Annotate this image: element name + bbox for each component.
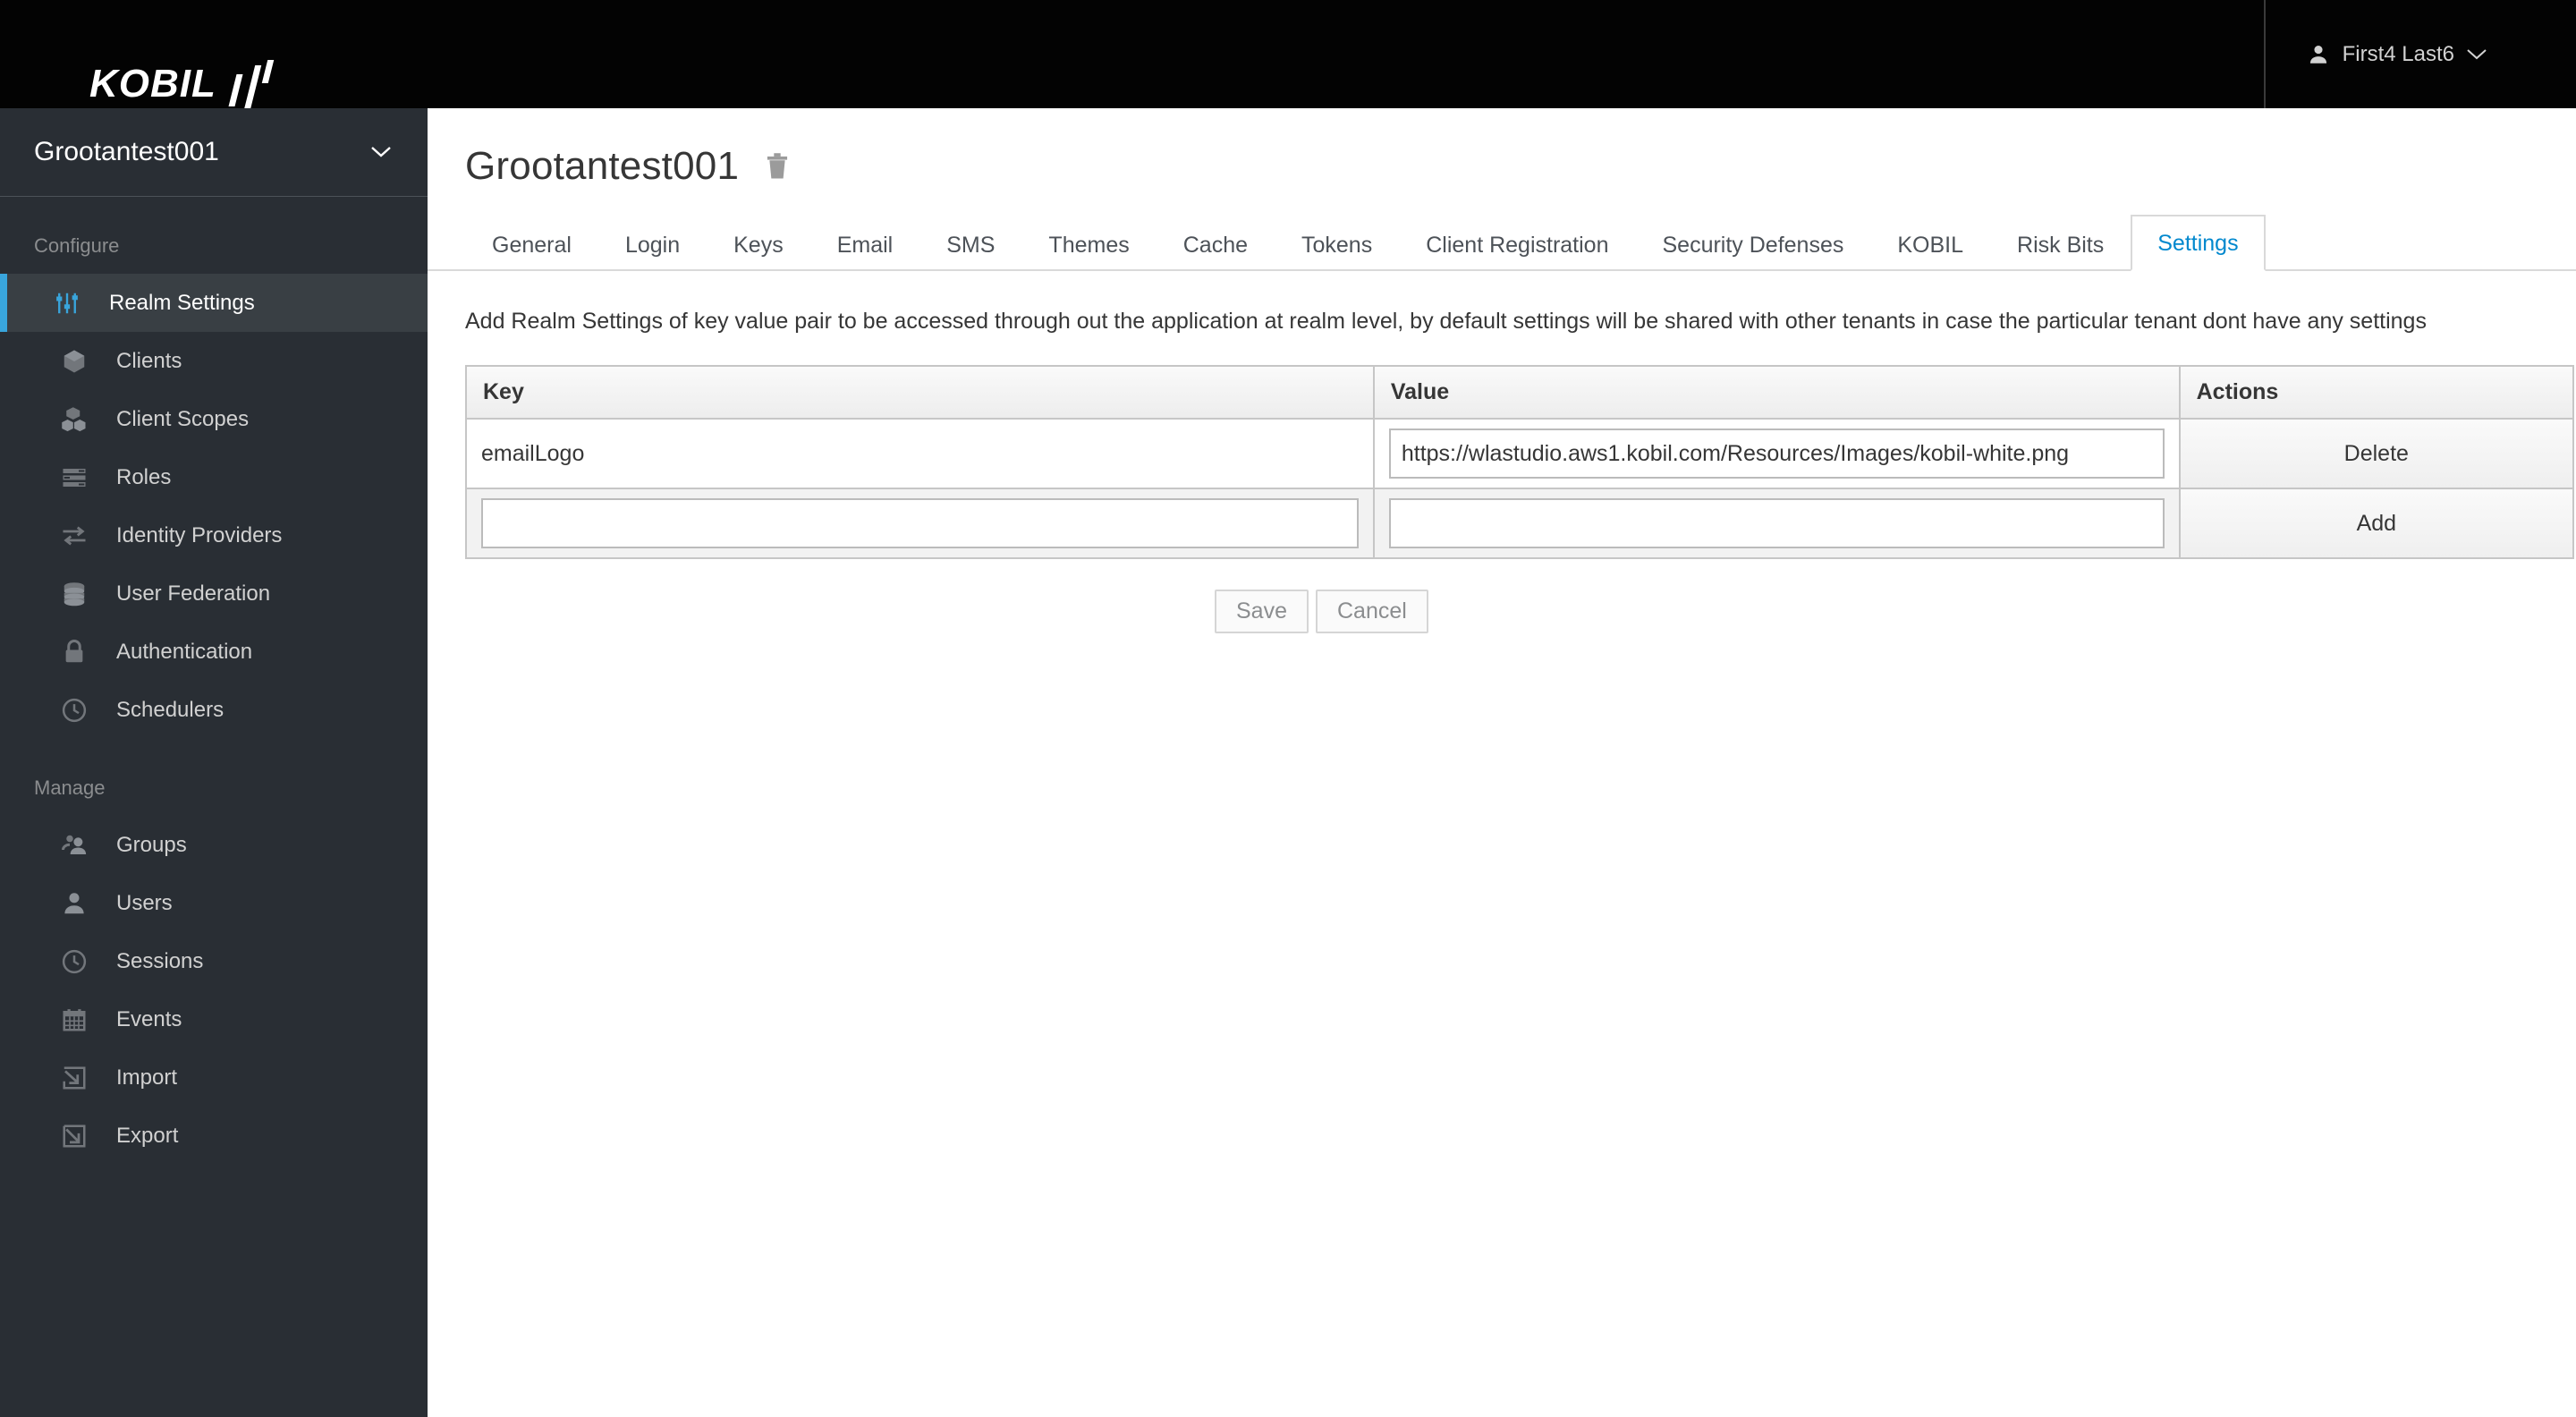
- tab-sms[interactable]: SMS: [919, 233, 1021, 271]
- sidebar-item-label: Events: [116, 1006, 182, 1031]
- tab-login[interactable]: Login: [598, 233, 707, 271]
- sidebar-item-sessions[interactable]: Sessions: [0, 932, 428, 990]
- tab-email[interactable]: Email: [810, 233, 920, 271]
- page-header: Grootantest001: [428, 108, 2576, 189]
- exchange-arrows-icon: [61, 522, 100, 549]
- tab-settings[interactable]: Settings: [2131, 215, 2266, 271]
- realm-settings-table: Key Value Actions emailLogo Delete: [465, 365, 2575, 559]
- cube-icon: [61, 348, 100, 375]
- column-header-key: Key: [465, 365, 1375, 420]
- cell-value: [1372, 418, 2181, 489]
- sidebar-section-manage-label: Manage: [34, 776, 106, 799]
- sidebar-item-authentication[interactable]: Authentication: [0, 623, 428, 681]
- lock-icon: [61, 639, 100, 666]
- sidebar-item-label: Authentication: [116, 639, 253, 664]
- user-menu[interactable]: First4 Last6: [2266, 0, 2522, 108]
- tab-general[interactable]: General: [465, 233, 598, 271]
- sidebar-item-label: Clients: [116, 348, 182, 373]
- new-value-input[interactable]: [1388, 498, 2165, 548]
- database-icon: [61, 581, 100, 607]
- user-icon: [2307, 43, 2330, 66]
- sidebar-item-clients[interactable]: Clients: [0, 332, 428, 390]
- tab-tokens[interactable]: Tokens: [1275, 233, 1399, 271]
- sidebar-item-roles[interactable]: Roles: [0, 448, 428, 506]
- cell-value: [1372, 488, 2181, 559]
- cell-actions: Delete: [2178, 418, 2575, 489]
- kobil-bars-logo-icon: [228, 60, 279, 117]
- cell-key: [465, 488, 1375, 559]
- sidebar-item-user-federation[interactable]: User Federation: [0, 564, 428, 623]
- sidebar-item-label: Import: [116, 1065, 178, 1090]
- column-header-actions: Actions: [2178, 365, 2575, 420]
- clock-icon: [61, 948, 100, 975]
- realm-selector-label: Grootantest001: [34, 137, 219, 166]
- sidebar-item-label: Users: [116, 890, 173, 915]
- sidebar-item-users[interactable]: Users: [0, 874, 428, 932]
- tab-kobil[interactable]: KOBIL: [1870, 233, 1990, 271]
- realm-selector[interactable]: Grootantest001: [0, 108, 428, 197]
- sidebar-item-label: Client Scopes: [116, 406, 250, 431]
- user-name: First4 Last6: [2342, 41, 2454, 66]
- value-input[interactable]: [1388, 428, 2165, 479]
- chevron-down-icon[interactable]: [370, 145, 392, 159]
- tab-themes[interactable]: Themes: [1021, 233, 1156, 271]
- chevron-down-icon[interactable]: [2467, 48, 2487, 61]
- sidebar-item-client-scopes[interactable]: Client Scopes: [0, 390, 428, 448]
- sidebar: Grootantest001 Configure Realm Settings …: [0, 108, 428, 1417]
- user-icon: [61, 890, 100, 917]
- delete-button[interactable]: Delete: [2344, 441, 2409, 466]
- sidebar-item-label: User Federation: [116, 581, 271, 606]
- calendar-icon: [61, 1006, 100, 1033]
- tab-bar: General Login Keys Email SMS Themes Cach…: [428, 214, 2576, 271]
- masthead-right-region: First4 Last6: [2263, 0, 2576, 108]
- page-title: Grootantest001: [465, 144, 740, 188]
- brand-logo[interactable]: KOBIL: [89, 0, 279, 117]
- tab-risk-bits[interactable]: Risk Bits: [1990, 233, 2131, 271]
- sidebar-item-identity-providers[interactable]: Identity Providers: [0, 506, 428, 564]
- new-key-input[interactable]: [481, 498, 1359, 548]
- form-actions: Save Cancel: [1215, 590, 2576, 633]
- cell-key: emailLogo: [465, 418, 1375, 489]
- table-row: emailLogo Delete: [465, 418, 2575, 489]
- sidebar-item-realm-settings[interactable]: Realm Settings: [0, 274, 428, 332]
- table-header-row: Key Value Actions: [465, 365, 2575, 420]
- sidebar-section-configure-label: Configure: [34, 234, 120, 257]
- users-group-icon: [61, 832, 100, 859]
- cell-actions: Add: [2178, 488, 2575, 559]
- table-row: Add: [465, 488, 2575, 559]
- sidebar-item-label: Identity Providers: [116, 522, 283, 547]
- export-arrow-icon: [61, 1123, 100, 1150]
- sidebar-item-label: Groups: [116, 832, 187, 857]
- cubes-icon: [61, 406, 100, 433]
- sidebar-item-groups[interactable]: Groups: [0, 816, 428, 874]
- sidebar-item-export[interactable]: Export: [0, 1107, 428, 1165]
- cancel-button[interactable]: Cancel: [1315, 590, 1428, 633]
- column-header-value: Value: [1372, 365, 2181, 420]
- settings-description: Add Realm Settings of key value pair to …: [465, 309, 2427, 334]
- tab-client-registration[interactable]: Client Registration: [1399, 233, 1635, 271]
- save-button[interactable]: Save: [1215, 590, 1309, 633]
- tab-cache[interactable]: Cache: [1157, 233, 1275, 271]
- import-arrow-icon: [61, 1065, 100, 1091]
- sliders-icon: [54, 290, 93, 317]
- sidebar-item-events[interactable]: Events: [0, 990, 428, 1048]
- tab-keys[interactable]: Keys: [707, 233, 810, 271]
- tab-security-defenses[interactable]: Security Defenses: [1635, 233, 1870, 271]
- sidebar-item-label: Sessions: [116, 948, 204, 973]
- brand-text: KOBIL: [89, 62, 216, 106]
- sidebar-item-label: Realm Settings: [109, 290, 255, 315]
- main-content: Grootantest001 General Login Keys Email …: [428, 108, 2576, 1417]
- list-rows-icon: [61, 464, 100, 491]
- masthead: KOBIL First4 Last6: [0, 0, 2576, 117]
- trash-icon[interactable]: [764, 152, 791, 181]
- sidebar-item-schedulers[interactable]: Schedulers: [0, 681, 428, 739]
- sidebar-item-label: Export: [116, 1123, 179, 1148]
- sidebar-item-import[interactable]: Import: [0, 1048, 428, 1107]
- add-button[interactable]: Add: [2357, 511, 2396, 536]
- sidebar-item-label: Roles: [116, 464, 172, 489]
- sidebar-item-label: Schedulers: [116, 697, 225, 722]
- clock-icon: [61, 697, 100, 724]
